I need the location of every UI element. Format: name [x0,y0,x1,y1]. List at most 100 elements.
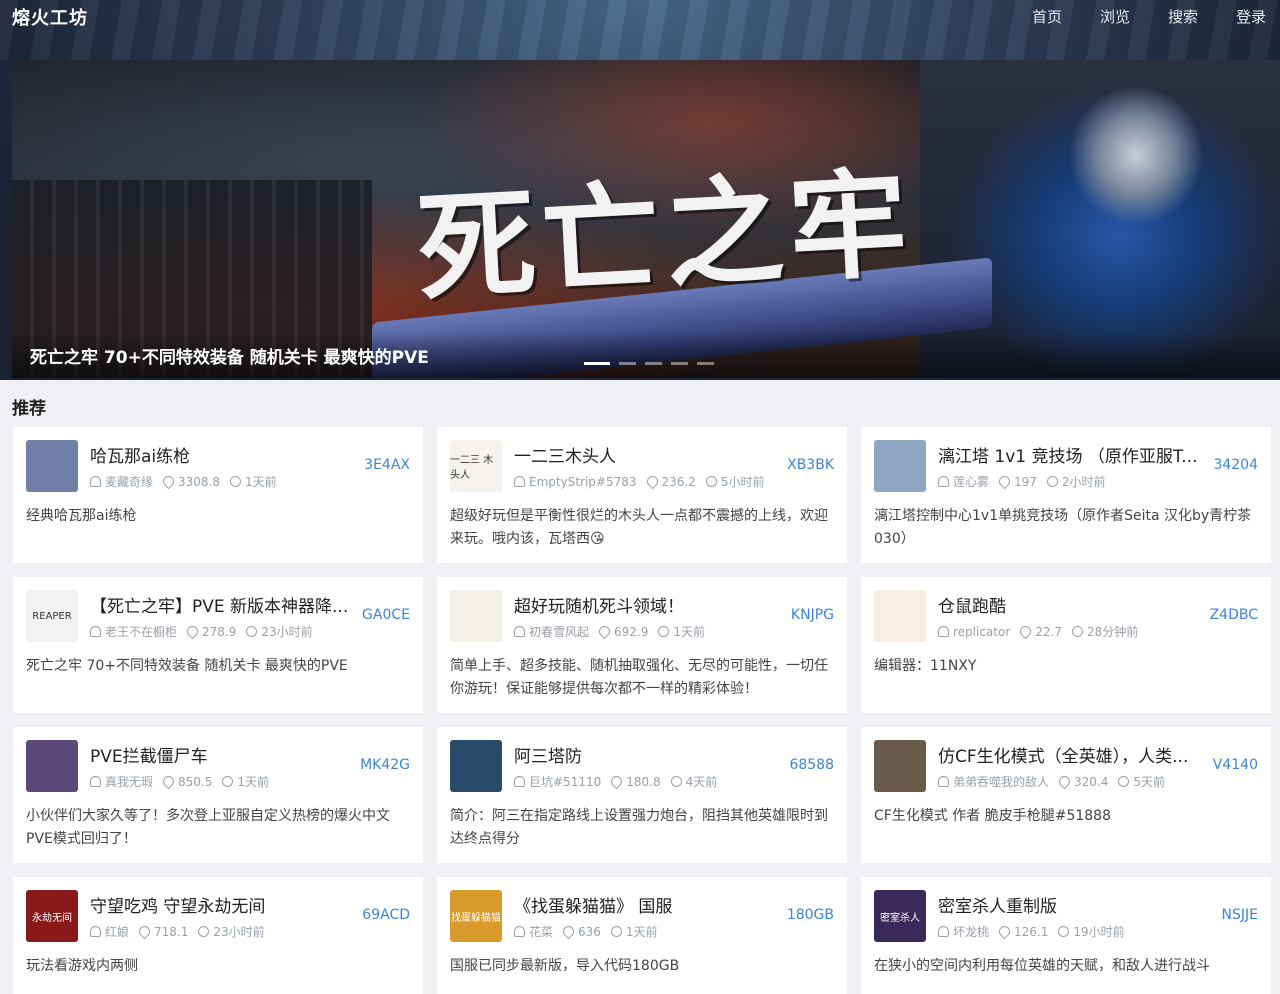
workshop-card[interactable]: 超好玩随机死斗领域！ KNJPG 初春雪风起 692.9 1天前 简单上手、超多… [437,577,847,713]
card-description: 死亡之牢 70+不同特效装备 随机关卡 最爽快的PVE [26,658,348,674]
card-code[interactable]: 180GB [787,907,834,923]
card-heat-group: 850.5 [160,773,212,790]
workshop-card[interactable]: 找蛋躲猫猫 《找蛋躲猫猫》 国服 180GB 花菜 636 1天前 国服已同步最… [437,877,847,994]
card-time: 5天前 [1133,775,1166,789]
card-meta: replicator 22.7 28分钟前 [938,623,1138,640]
card-meta: 莲心雾 197 2小时前 [938,473,1106,490]
card-time: 5小时前 [720,475,765,489]
carousel-dot-4[interactable] [671,362,688,365]
workshop-card[interactable]: PVE拦截僵尸车 MK42G 真我无瑕 850.5 1天前 小伙伴们大家久等了！… [13,727,423,863]
card-title[interactable]: 一二三木头人 [514,442,784,467]
card-heat: 236.2 [661,474,696,489]
fire-icon [1018,623,1034,640]
card-code[interactable]: MK42G [360,757,410,773]
card-author[interactable]: replicator [953,625,1010,639]
workshop-card[interactable]: REAPER 【死亡之牢】PVE 新版本神器降... GA0CE 老王不在橱柜 … [13,577,423,713]
card-thumbnail-text: 一二三 木头人 [450,455,494,481]
card-title[interactable]: 仓鼠跑酷 [938,592,1208,617]
card-title[interactable]: 密室杀人重制版 [938,892,1208,917]
card-author[interactable]: 麦藏奇缘 [105,473,153,490]
carousel-dot-5[interactable] [697,362,714,365]
card-author-group: 坏龙桃 [938,923,989,940]
card-title[interactable]: PVE拦截僵尸车 [90,742,360,767]
card-author-group: 花菜 [514,923,553,940]
card-heat: 22.7 [1035,624,1062,639]
card-author[interactable]: 初春雪风起 [529,623,589,640]
clock-icon [222,776,234,787]
workshop-card[interactable]: 仿CF生化模式（全英雄），人类... V4140 弟弟吞噬我的敌人 320.4 … [861,727,1271,863]
carousel-dot-1[interactable] [584,362,610,365]
site-logo[interactable]: 熔火工坊 [12,4,88,30]
card-code[interactable]: 34204 [1213,457,1258,473]
card-author[interactable]: 莲心雾 [953,473,989,490]
clock-icon [658,626,670,637]
nav-browse[interactable]: 浏览 [1100,6,1130,27]
card-author-group: 弟弟吞噬我的敌人 [938,773,1049,790]
fire-icon [560,923,577,940]
card-description: 超级好玩但是平衡性很烂的木头人一点都不震撼的上线，欢迎来玩。哦内该，瓦塔西😘 [450,508,828,547]
card-time-group: 2小时前 [1046,473,1106,490]
card-title[interactable]: 守望吃鸡 守望永劫无间 [90,892,360,917]
card-title[interactable]: 【死亡之牢】PVE 新版本神器降... [90,592,360,617]
clock-icon [1072,626,1083,637]
card-title[interactable]: 阿三塔防 [514,742,784,767]
card-code[interactable]: NSJJE [1222,907,1258,923]
card-heat: 718.1 [154,924,189,939]
user-icon [938,476,949,487]
nav-login[interactable]: 登录 [1236,6,1266,27]
card-author[interactable]: 真我无瑕 [105,773,153,790]
card-author[interactable]: EmptyStrip#5783 [529,475,637,489]
fire-icon [996,923,1013,940]
workshop-card[interactable]: 漓江塔 1v1 竞技场 （原作亚服T... 34204 莲心雾 197 2小时前… [861,427,1271,563]
card-author[interactable]: 巨坑#51110 [529,773,601,790]
card-code[interactable]: V4140 [1213,757,1258,773]
card-heat-group: 236.2 [644,473,696,490]
card-author-group: EmptyStrip#5783 [514,473,637,490]
workshop-card[interactable]: 阿三塔防 68588 巨坑#51110 180.8 4天前 简介：阿三在指定路线… [437,727,847,863]
card-title[interactable]: 漓江塔 1v1 竞技场 （原作亚服T... [938,442,1208,467]
card-author[interactable]: 老王不在橱柜 [105,623,177,640]
card-code[interactable]: GA0CE [362,607,410,623]
card-thumbnail [450,590,502,642]
workshop-card[interactable]: 哈瓦那ai练枪 3E4AX 麦藏奇缘 3308.8 1天前 经典哈瓦那ai练枪 [13,427,423,563]
workshop-card[interactable]: 仓鼠跑酷 Z4DBC replicator 22.7 28分钟前 编辑器：11N… [861,577,1271,713]
card-time-group: 1天前 [658,623,705,640]
card-meta: 红娘 718.1 23小时前 [90,923,265,940]
card-time: 23小时前 [261,625,313,639]
banner-carousel[interactable]: 死亡之牢 死亡之牢 70+不同特效装备 随机关卡 最爽快的PVE [12,60,1280,378]
card-title[interactable]: 仿CF生化模式（全英雄），人类... [938,742,1208,767]
card-title[interactable]: 哈瓦那ai练枪 [90,442,360,467]
carousel-dot-2[interactable] [619,362,636,365]
carousel-dot-3[interactable] [645,362,662,365]
card-code[interactable]: KNJPG [791,607,834,623]
card-author-group: 老王不在橱柜 [90,623,177,640]
card-author[interactable]: 红娘 [105,923,129,940]
banner-caption[interactable]: 死亡之牢 70+不同特效装备 随机关卡 最爽快的PVE [30,343,429,368]
card-author[interactable]: 花菜 [529,923,553,940]
card-title[interactable]: 《找蛋躲猫猫》 国服 [514,892,784,917]
nav-search[interactable]: 搜索 [1168,6,1198,27]
card-heat-group: 3308.8 [160,473,220,490]
card-heat-group: 718.1 [136,923,189,940]
card-code[interactable]: Z4DBC [1210,607,1258,623]
nav-home[interactable]: 首页 [1032,6,1062,27]
card-heat-group: 278.9 [184,623,236,640]
card-heat-group: 692.9 [596,623,648,640]
workshop-card[interactable]: 一二三 木头人 一二三木头人 XB3BK EmptyStrip#5783 236… [437,427,847,563]
card-time-group: 4天前 [670,773,717,790]
workshop-card[interactable]: 永劫无间 守望吃鸡 守望永劫无间 69ACD 红娘 718.1 23小时前 玩法… [13,877,423,994]
card-code[interactable]: 3E4AX [364,457,410,473]
workshop-card[interactable]: 密室杀人 密室杀人重制版 NSJJE 坏龙桃 126.1 19小时前 在狭小的空… [861,877,1271,994]
section-title-recommended: 推荐 [12,399,46,419]
card-code[interactable]: 69ACD [362,907,410,923]
card-author[interactable]: 弟弟吞噬我的敌人 [953,773,1049,790]
card-description: 国服已同步最新版，导入代码180GB [450,958,680,974]
fire-icon [644,473,660,490]
card-heat: 197 [1014,474,1037,489]
card-title[interactable]: 超好玩随机死斗领域！ [514,592,784,617]
card-author[interactable]: 坏龙桃 [953,923,989,940]
card-code[interactable]: XB3BK [787,457,834,473]
fire-icon [160,773,177,790]
card-code[interactable]: 68588 [789,757,834,773]
clock-icon [1058,926,1070,937]
